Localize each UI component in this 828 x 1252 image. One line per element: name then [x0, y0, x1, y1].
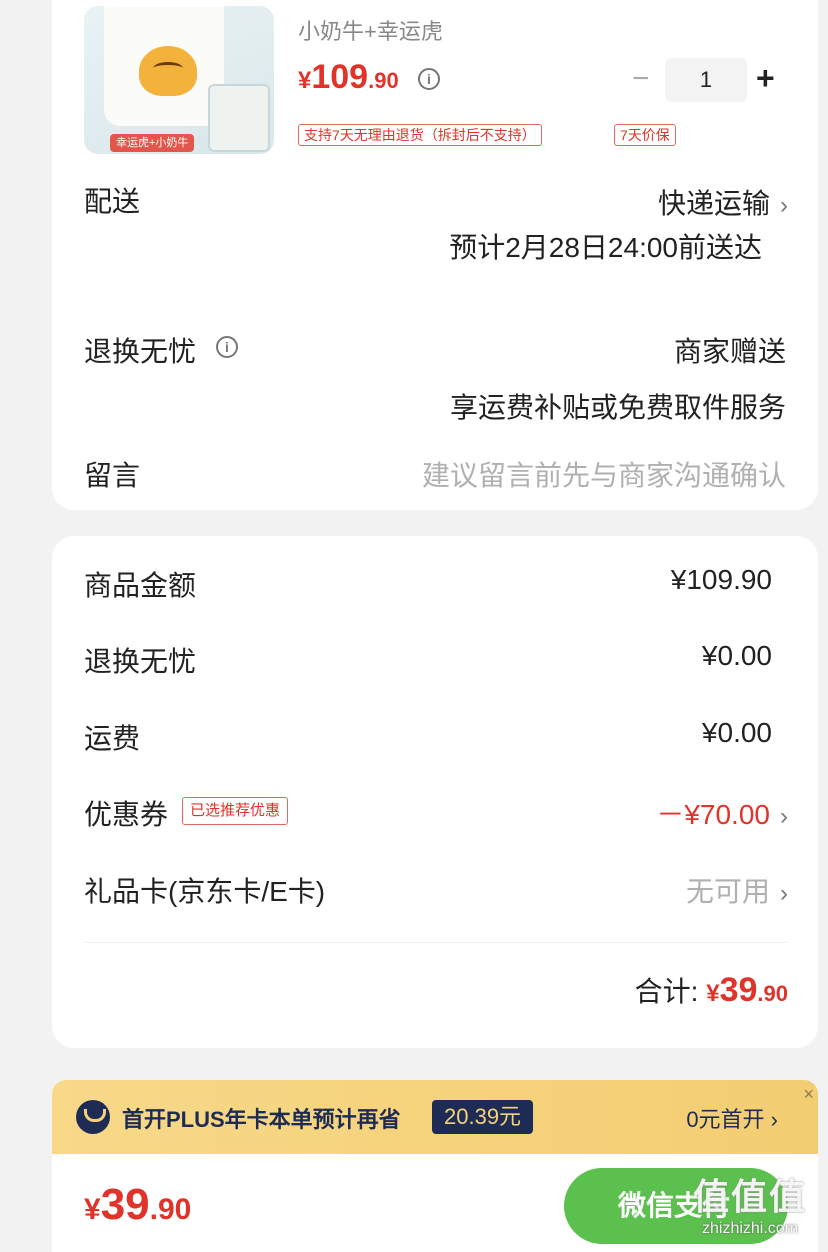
product-price: ¥109.90: [298, 58, 399, 97]
product-spec: 小奶牛+幸运虎: [298, 19, 443, 44]
watermark-text: 值值值: [692, 1176, 807, 1217]
image-tag: 幸运虎+小奶牛: [110, 134, 195, 152]
quantity-minus-button[interactable]: −: [632, 62, 650, 96]
watermark-logo: 值值值 zhizhizhi.com: [676, 1168, 824, 1248]
gift-card-value-text: 无可用: [685, 876, 770, 907]
plus-saving-badge: 20.39元: [432, 1100, 534, 1134]
quantity-plus-button[interactable]: +: [756, 60, 775, 97]
message-label: 留言: [84, 460, 141, 491]
plus-open-button[interactable]: 0元首开 ›: [686, 1102, 778, 1134]
message-input[interactable]: 建议留言前先与商家沟通确认: [422, 454, 786, 494]
tiger-graphic: [139, 46, 197, 96]
coupon-value-text: －¥70.00: [656, 799, 770, 830]
delivery-method[interactable]: 快递运输 ›: [658, 182, 788, 222]
close-icon[interactable]: ×: [803, 1084, 814, 1105]
delivery-eta: 预计2月28日24:00前送达: [449, 232, 762, 263]
goods-amount-value: ¥109.90: [670, 564, 772, 595]
return-fee-value: ¥0.00: [701, 640, 772, 671]
return-service-label: 退换无忧: [84, 336, 197, 367]
plus-banner[interactable]: 首开PLUS年卡本单预计再省 20.39元 0元首开 › ×: [52, 1080, 818, 1154]
quantity-input[interactable]: 1: [665, 58, 747, 102]
inset-image: [208, 84, 270, 152]
price-symbol: ¥: [298, 67, 312, 94]
price-dec: .90: [368, 68, 399, 93]
coupon-badge: 已选推荐优惠: [182, 797, 289, 825]
shipping-fee-label: 运费: [84, 723, 141, 754]
order-total: 合计: ¥39.90: [635, 970, 788, 1010]
coupon-value[interactable]: －¥70.00 ›: [656, 793, 788, 833]
total-label: 合计:: [634, 976, 699, 1007]
total-amount: ¥39.90: [706, 971, 788, 1009]
gift-card-value[interactable]: 无可用 ›: [686, 870, 788, 910]
checkout-price: ¥39.90: [84, 1180, 191, 1230]
chevron-right-icon: ›: [780, 880, 788, 907]
return-service-sub: 享运费补贴或免费取件服务: [449, 392, 786, 423]
shipping-fee-value: ¥0.00: [701, 717, 772, 748]
divider: [84, 942, 788, 943]
delivery-label: 配送: [84, 186, 141, 217]
chevron-right-icon: ›: [780, 803, 788, 830]
gift-card-label: 礼品卡(京东卡/E卡): [84, 876, 326, 907]
price-protect-tag: 7天价保: [614, 124, 676, 146]
coupon-label: 优惠券: [84, 799, 169, 830]
watermark-site: zhizhizhi.com: [701, 1220, 799, 1237]
chevron-right-icon: ›: [780, 192, 788, 219]
return-info-icon[interactable]: i: [216, 336, 238, 358]
return-fee-label: 退换无忧: [84, 646, 197, 677]
delivery-method-text: 快递运输: [657, 188, 770, 219]
product-image[interactable]: 幸运虎+小奶牛: [84, 6, 274, 154]
total-symbol: ¥: [706, 980, 720, 1007]
return-service-value: 商家赠送: [673, 336, 786, 367]
return-policy-tag: 支持7天无理由退货（拆封后不支持）: [298, 124, 542, 146]
checkout-price-symbol: ¥: [84, 1193, 101, 1226]
checkout-price-int: 39: [100, 1180, 150, 1229]
checkout-price-dec: .90: [149, 1193, 192, 1226]
total-dec: .90: [757, 981, 788, 1006]
plus-logo-icon: [76, 1100, 110, 1134]
price-int: 109: [311, 58, 369, 96]
price-info-icon[interactable]: i: [418, 68, 440, 90]
plus-text: 首开PLUS年卡本单预计再省: [122, 1107, 401, 1132]
goods-amount-label: 商品金额: [84, 570, 197, 601]
total-int: 39: [719, 971, 758, 1009]
